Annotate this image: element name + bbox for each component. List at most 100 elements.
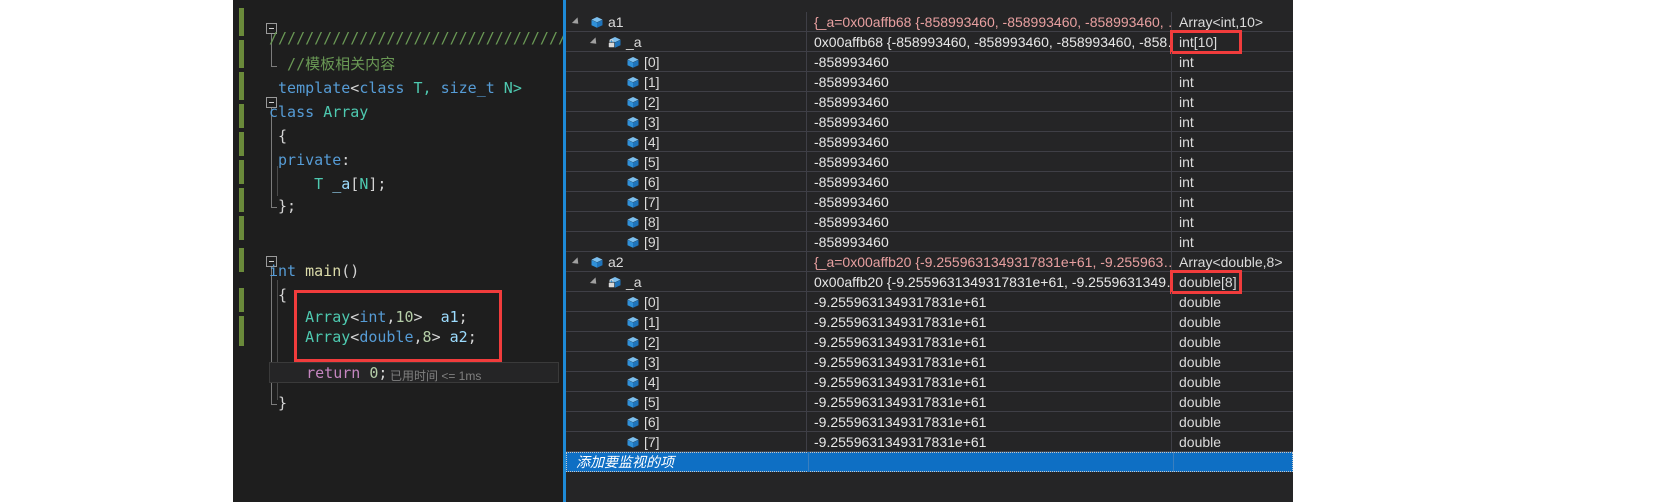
watch-type-cell[interactable]: int [1173,212,1293,232]
watch-row[interactable]: [1] -858993460 int [566,72,1293,92]
watch-name-cell[interactable]: [5] [566,152,807,172]
watch-name-cell[interactable]: [4] [566,132,807,152]
watch-name-cell[interactable]: [2] [566,332,807,352]
watch-type-cell[interactable]: double [1173,372,1293,392]
watch-value-cell[interactable]: -9.2559631349317831e+61 [808,392,1172,412]
watch-type-cell[interactable]: int [1173,92,1293,112]
watch-type-cell[interactable]: int [1173,172,1293,192]
watch-row[interactable]: [9] -858993460 int [566,232,1293,252]
watch-type-cell[interactable]: double [1173,432,1293,452]
code-line[interactable]: } [269,393,287,413]
watch-value-cell[interactable]: {_a=0x00affb20 {-9.2559631349317831e+61,… [808,252,1172,272]
watch-value-cell[interactable]: -858993460 [808,152,1172,172]
watch-row[interactable]: [4] -9.2559631349317831e+61 double [566,372,1293,392]
watch-name-cell[interactable]: [2] [566,92,807,112]
watch-row[interactable]: [5] -858993460 int [566,152,1293,172]
watch-type-cell[interactable]: double [1173,312,1293,332]
code-line[interactable]: { [269,285,287,305]
watch-value-cell[interactable]: {_a=0x00affb68 {-858993460, -858993460, … [808,12,1172,32]
code-line[interactable]: }; [269,196,296,216]
watch-name-cell[interactable]: [6] [566,412,807,432]
expander-triangle-icon[interactable] [571,17,582,27]
watch-name-cell[interactable]: [8] [566,212,807,232]
watch-type-cell[interactable]: double [1173,392,1293,412]
watch-name-cell[interactable]: [0] [566,52,807,72]
watch-value-cell[interactable]: 0x00affb20 {-9.2559631349317831e+61, -9.… [808,272,1172,292]
expander-triangle-icon[interactable] [589,277,600,287]
code-line[interactable]: T _a[N]; [269,174,386,194]
watch-name-cell[interactable]: [7] [566,192,807,212]
watch-row[interactable]: _a 0x00affb20 {-9.2559631349317831e+61, -… [566,272,1293,292]
watch-value-cell[interactable]: -858993460 [808,132,1172,152]
watch-name-cell[interactable]: [7] [566,432,807,452]
watch-value-cell[interactable]: -9.2559631349317831e+61 [808,312,1172,332]
watch-name-cell[interactable]: a2 [566,252,807,272]
code-line[interactable]: private: [269,150,350,170]
watch-name-cell[interactable]: [5] [566,392,807,412]
code-line[interactable]: class Array [269,102,368,122]
watch-type-cell[interactable]: int [1173,232,1293,252]
code-line[interactable]: //模板相关内容 [269,54,395,74]
code-line[interactable]: int main() [269,261,359,281]
watch-window[interactable]: a1 {_a=0x00affb68 {-858993460, -858993460… [563,0,1293,502]
watch-name-cell[interactable]: [1] [566,72,807,92]
expander-triangle-icon[interactable] [571,257,582,267]
watch-value-cell[interactable]: -9.2559631349317831e+61 [808,352,1172,372]
watch-name-cell[interactable]: [9] [566,232,807,252]
watch-row[interactable]: [7] -858993460 int [566,192,1293,212]
watch-type-cell[interactable]: double[8] [1173,272,1293,292]
watch-value-cell[interactable]: -858993460 [808,52,1172,72]
watch-row[interactable]: [1] -9.2559631349317831e+61 double [566,312,1293,332]
watch-type-cell[interactable]: double [1173,352,1293,372]
watch-name-cell[interactable]: _a [566,32,807,52]
watch-value-cell[interactable]: -858993460 [808,72,1172,92]
watch-row[interactable]: [0] -9.2559631349317831e+61 double [566,292,1293,312]
watch-row[interactable]: [7] -9.2559631349317831e+61 double [566,432,1293,452]
add-watch-item-row[interactable]: 添加要监视的项 [566,452,1293,472]
code-line[interactable]: Array<int,10> a1; [269,307,468,327]
watch-value-cell[interactable]: -9.2559631349317831e+61 [808,372,1172,392]
watch-type-cell[interactable]: Array<double,8> [1173,252,1293,272]
code-line[interactable]: { [269,126,287,146]
watch-type-cell[interactable]: int [1173,152,1293,172]
watch-row[interactable]: _a 0x00affb68 {-858993460, -858993460, -8… [566,32,1293,52]
watch-row[interactable]: [0] -858993460 int [566,52,1293,72]
watch-type-cell[interactable]: int [1173,72,1293,92]
watch-value-cell[interactable]: -9.2559631349317831e+61 [808,412,1172,432]
watch-value-cell[interactable]: -858993460 [808,232,1172,252]
watch-value-cell[interactable]: 0x00affb68 {-858993460, -858993460, -858… [808,32,1172,52]
watch-name-cell[interactable]: [0] [566,292,807,312]
editor-fold-gutter[interactable] [247,0,277,502]
watch-type-cell[interactable]: int [1173,132,1293,152]
watch-type-cell[interactable]: int [1173,52,1293,72]
watch-row[interactable]: [6] -9.2559631349317831e+61 double [566,412,1293,432]
watch-row[interactable]: [2] -9.2559631349317831e+61 double [566,332,1293,352]
code-line[interactable]: template<class T, size_t N> [269,78,522,98]
watch-value-cell[interactable]: -858993460 [808,112,1172,132]
watch-type-cell[interactable]: double [1173,332,1293,352]
watch-type-cell[interactable]: int [1173,192,1293,212]
code-line[interactable]: ////////////////////////////////// [269,28,563,48]
watch-name-cell[interactable]: [6] [566,172,807,192]
watch-row[interactable]: [3] -858993460 int [566,112,1293,132]
watch-row[interactable]: a1 {_a=0x00affb68 {-858993460, -858993460… [566,12,1293,32]
watch-value-cell[interactable]: -9.2559631349317831e+61 [808,292,1172,312]
code-editor-panel[interactable]: ////////////////////////////////// //模板相… [233,0,563,502]
watch-row[interactable]: a2 {_a=0x00affb20 {-9.2559631349317831e+6… [566,252,1293,272]
watch-row[interactable]: [2] -858993460 int [566,92,1293,112]
expander-triangle-icon[interactable] [589,37,600,47]
watch-name-cell[interactable]: a1 [566,12,807,32]
watch-name-cell[interactable]: [4] [566,372,807,392]
watch-value-cell[interactable]: -9.2559631349317831e+61 [808,332,1172,352]
watch-name-cell[interactable]: _a [566,272,807,292]
watch-row[interactable]: [6] -858993460 int [566,172,1293,192]
code-line[interactable]: Array<double,8> a2; [269,327,477,347]
watch-value-cell[interactable]: -9.2559631349317831e+61 [808,432,1172,452]
watch-row[interactable]: [4] -858993460 int [566,132,1293,152]
watch-value-cell[interactable]: -858993460 [808,192,1172,212]
watch-row[interactable]: [8] -858993460 int [566,212,1293,232]
watch-name-cell[interactable]: [1] [566,312,807,332]
watch-value-cell[interactable]: -858993460 [808,172,1172,192]
watch-value-cell[interactable]: -858993460 [808,92,1172,112]
watch-type-cell[interactable]: double [1173,292,1293,312]
